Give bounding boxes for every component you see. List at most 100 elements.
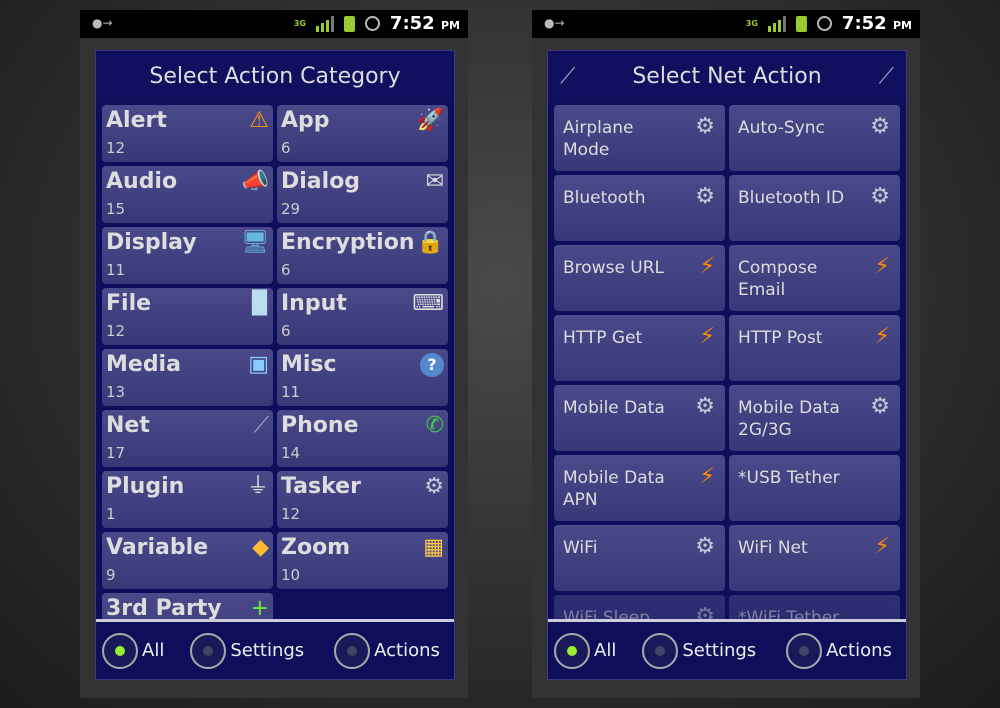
action-grid: Airplane Mode ⚙ Auto-Sync ⚙ Bluetooth ⚙ Blueto… (554, 105, 900, 621)
net-action-dialog: ⟋ Select Net Action ⟋ Airplane Mode ⚙ Auto… (547, 50, 907, 680)
radio-button[interactable] (102, 632, 138, 669)
gear-icon: ⚙ (695, 184, 715, 209)
item-label: Auto-Sync (738, 118, 825, 138)
filter-bar: All Settings Actions (96, 619, 454, 679)
item-mobile-data[interactable]: Mobile Data ⚙ (554, 385, 725, 451)
item-input[interactable]: Input 6 ⌨ (277, 288, 448, 345)
item-mobile-data-2g-3g[interactable]: Mobile Data 2G/3G ⚙ (729, 385, 900, 451)
filter-actions[interactable]: Actions (334, 632, 440, 669)
item-dialog[interactable]: Dialog 29 ✉ (277, 166, 448, 223)
item-label: *USB Tether (738, 468, 840, 488)
item-count: 11 (281, 383, 301, 401)
filter-label: Settings (682, 640, 757, 661)
item-count: 11 (106, 261, 126, 279)
item--usb-tether[interactable]: *USB Tether (729, 455, 900, 521)
rocket-icon: 🚀 (416, 108, 444, 133)
item-label: Airplane Mode (563, 118, 634, 160)
item-label: WiFi Net (738, 538, 808, 558)
item-app[interactable]: App 6 🚀 (277, 105, 448, 162)
cable-icon: ⟋ (560, 63, 576, 89)
item-count: 29 (281, 200, 301, 218)
item-count: 12 (106, 322, 126, 340)
filter-all[interactable]: All (102, 632, 164, 669)
radio-button[interactable] (190, 632, 227, 669)
item-net[interactable]: Net 17 ⟋ (102, 410, 273, 467)
item-file[interactable]: File 12 ▉ (102, 288, 273, 345)
filter-settings[interactable]: Settings (190, 632, 304, 669)
cable-icon: ⟋ (878, 63, 894, 89)
item-label: HTTP Post (738, 328, 823, 348)
filter-all[interactable]: All (554, 632, 616, 669)
bolt-icon: ⚡ (874, 534, 890, 559)
item-plugin[interactable]: Plugin 1 ⏚ (102, 471, 273, 528)
lock-icon: 🔒 (416, 230, 444, 255)
cable-icon: ⟋ (253, 413, 269, 438)
filter-settings[interactable]: Settings (642, 632, 757, 669)
bolt-icon: ⚡ (699, 324, 715, 349)
battery-icon (795, 15, 807, 32)
phone-icon: ✆ (425, 413, 444, 438)
radio-button[interactable] (642, 632, 679, 669)
item-3rd-party[interactable]: 3rd Party + (102, 593, 273, 621)
gear-icon: ⚙ (695, 534, 715, 559)
gear-icon: ⚙ (870, 394, 890, 419)
item-bluetooth-id[interactable]: Bluetooth ID ⚙ (729, 175, 900, 241)
item-label: Dialog (281, 169, 361, 194)
bolt-icon: ⚡ (699, 254, 715, 279)
item-label: Bluetooth ID (738, 188, 845, 208)
item-mobile-data-apn[interactable]: Mobile Data APN ⚡ (554, 455, 725, 521)
clock: 7:52 PM (841, 13, 912, 34)
item-wifi-net[interactable]: WiFi Net ⚡ (729, 525, 900, 591)
bolt-icon: ⚡ (874, 254, 890, 279)
item-count: 13 (106, 383, 126, 401)
plug-icon: ⏚ (246, 474, 269, 499)
item-variable[interactable]: Variable 9 ◆ (102, 532, 273, 589)
item-display[interactable]: Display 11 🖥 (102, 227, 273, 284)
item-count: 6 (281, 322, 291, 340)
radio-button[interactable] (554, 632, 590, 669)
item-label: Bluetooth (563, 188, 646, 208)
item-label: Variable (106, 535, 209, 560)
bolt-icon: ⚡ (699, 464, 715, 489)
item-bluetooth[interactable]: Bluetooth ⚙ (554, 175, 725, 241)
radio-button[interactable] (786, 632, 823, 669)
help-icon: ? (420, 353, 444, 377)
gear-icon: ⚙ (695, 394, 715, 419)
network-type: 3G (293, 18, 306, 28)
item-compose-email[interactable]: Compose Email ⚡ (729, 245, 900, 311)
gear-icon: ⚙ (424, 474, 444, 499)
item-zoom[interactable]: Zoom 10 ▦ (277, 532, 448, 589)
item-misc[interactable]: Misc 11? (277, 349, 448, 406)
gear-icon: ⚙ (870, 114, 890, 139)
item-count: 12 (281, 505, 301, 523)
item-alert[interactable]: Alert 12 ⚠ (102, 105, 273, 162)
item-http-post[interactable]: HTTP Post ⚡ (729, 315, 900, 381)
warning-icon: ⚠ (249, 108, 269, 133)
item-wifi-sleep[interactable]: WiFi Sleep ⚙ (554, 595, 725, 621)
zoom-widget-icon: ▦ (423, 535, 444, 560)
item-media[interactable]: Media 13 ▣ (102, 349, 273, 406)
filter-actions[interactable]: Actions (786, 632, 892, 669)
item-label: Plugin (106, 474, 185, 499)
item-airplane-mode[interactable]: Airplane Mode ⚙ (554, 105, 725, 171)
item--wifi-tether[interactable]: *WiFi Tether (729, 595, 900, 621)
item-audio[interactable]: Audio 15 📣 (102, 166, 273, 223)
battery-icon (343, 15, 355, 32)
item-tasker[interactable]: Tasker 12 ⚙ (277, 471, 448, 528)
radio-button[interactable] (334, 632, 371, 669)
item-wifi[interactable]: WiFi ⚙ (554, 525, 725, 591)
item-http-get[interactable]: HTTP Get ⚡ (554, 315, 725, 381)
usb-icon: ●→ (544, 16, 565, 30)
item-encryption[interactable]: Encryption 6 🔒 (277, 227, 448, 284)
item-label: Alert (106, 108, 167, 133)
keyboard-icon: ⌨ (412, 291, 444, 316)
network-type: 3G (745, 18, 758, 28)
item-browse-url[interactable]: Browse URL ⚡ (554, 245, 725, 311)
item-count: 17 (106, 444, 126, 462)
bolt-icon: ⚡ (874, 324, 890, 349)
item-label: File (106, 291, 152, 316)
item-auto-sync[interactable]: Auto-Sync ⚙ (729, 105, 900, 171)
file-icon: ▉ (252, 291, 269, 316)
item-phone[interactable]: Phone 14 ✆ (277, 410, 448, 467)
item-label: App (281, 108, 330, 133)
